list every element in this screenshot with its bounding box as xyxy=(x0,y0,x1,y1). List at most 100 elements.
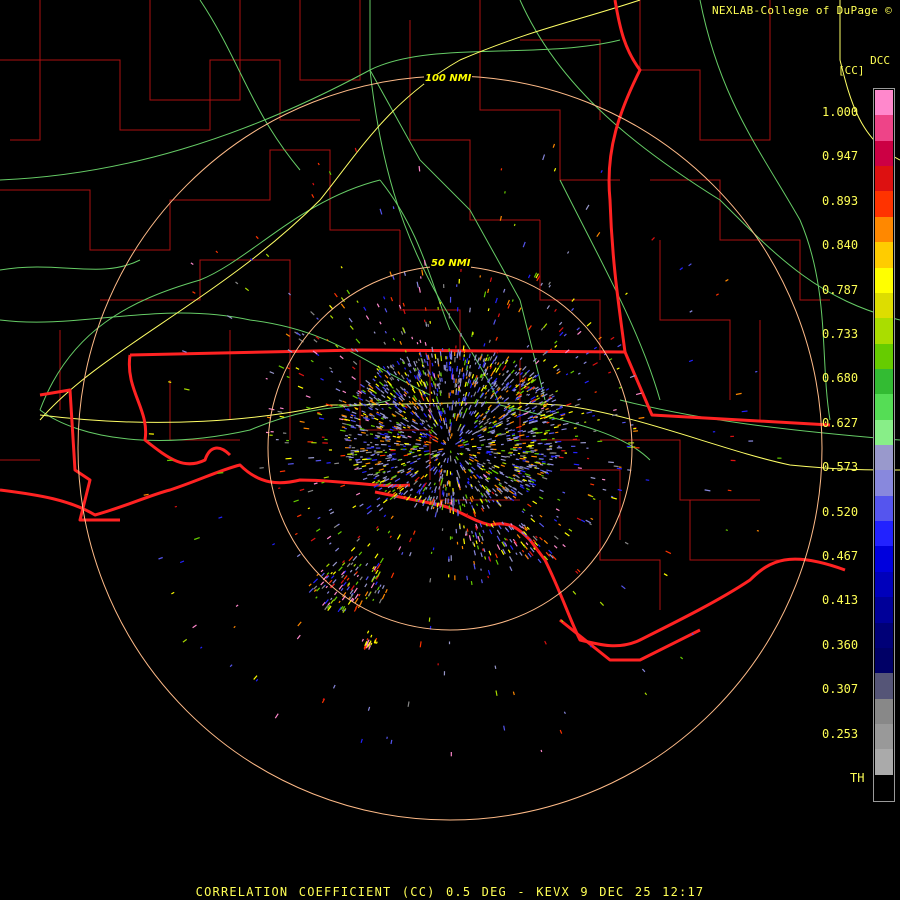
radar-echo xyxy=(488,550,492,556)
radar-echo xyxy=(514,414,518,418)
radar-echo xyxy=(470,581,473,586)
radar-echo xyxy=(378,422,382,425)
radar-echo xyxy=(352,505,357,509)
radar-echo xyxy=(512,360,516,364)
radar-echo xyxy=(460,400,464,406)
radar-echo xyxy=(379,208,383,215)
radar-echo xyxy=(413,360,417,367)
radar-echo xyxy=(589,522,592,526)
radar-echo xyxy=(392,337,396,342)
color-scale-label: TH xyxy=(850,771,865,785)
radar-echo xyxy=(554,344,558,348)
radar-echo xyxy=(416,405,420,410)
interstates xyxy=(39,0,900,471)
radar-echo xyxy=(575,570,579,574)
radar-echo xyxy=(433,469,438,475)
radar-echo xyxy=(367,592,371,597)
radar-echo xyxy=(375,581,378,586)
radar-echo xyxy=(317,162,320,166)
radar-echo xyxy=(585,204,590,211)
radar-echo xyxy=(346,289,351,295)
radar-echo xyxy=(412,455,418,458)
radar-echo xyxy=(403,393,407,397)
radar-echo xyxy=(171,591,175,595)
radar-echo xyxy=(400,434,404,437)
radar-echo xyxy=(481,484,486,490)
radar-echo xyxy=(483,291,487,298)
radar-echo xyxy=(505,431,510,434)
radar-echo xyxy=(461,503,464,506)
radar-echo xyxy=(374,437,378,440)
radar-echo xyxy=(376,528,380,532)
radar-echo xyxy=(339,429,346,432)
radar-echo xyxy=(517,476,520,479)
radar-echo xyxy=(310,359,314,363)
radar-echo xyxy=(407,701,410,707)
radar-echo xyxy=(376,371,380,375)
radar-echo xyxy=(597,419,600,421)
radar-echo xyxy=(480,579,483,584)
radar-echo xyxy=(386,470,391,473)
radar-echo xyxy=(427,323,430,327)
radar-echo xyxy=(348,556,354,562)
radar-echo xyxy=(410,468,414,471)
radar-echo xyxy=(158,556,163,560)
radar-echo xyxy=(541,438,547,441)
radar-echo xyxy=(501,455,507,458)
radar-echo xyxy=(494,384,498,388)
radar-echo xyxy=(528,325,532,331)
county-line xyxy=(0,59,360,131)
radar-echo xyxy=(320,569,324,573)
color-scale-segment xyxy=(875,445,893,471)
radar-echo xyxy=(476,503,479,507)
radar-echo xyxy=(741,410,748,413)
radar-echo xyxy=(431,450,438,453)
radar-echo xyxy=(279,407,284,410)
radar-echo xyxy=(397,435,402,438)
radar-echo xyxy=(441,490,444,495)
radar-echo xyxy=(349,403,354,407)
color-scale-segment xyxy=(875,216,893,243)
radar-echo xyxy=(317,413,323,416)
radar-echo xyxy=(466,528,469,532)
radar-echo xyxy=(555,508,560,512)
radar-echo xyxy=(297,621,302,627)
radar-echo xyxy=(519,457,526,460)
radar-echo xyxy=(489,277,493,283)
radar-echo xyxy=(455,440,461,445)
radar-echo xyxy=(431,353,433,358)
radar-echo xyxy=(492,488,497,493)
radar-echo xyxy=(570,370,575,374)
radar-echo xyxy=(523,385,527,389)
radar-map[interactable] xyxy=(0,0,900,900)
color-scale-label: 0.787 xyxy=(822,282,859,297)
radar-echo xyxy=(375,407,379,411)
color-scale-segment xyxy=(875,495,893,522)
radar-echo xyxy=(244,287,250,292)
radar-echo xyxy=(494,553,498,559)
color-scale-label: 0.573 xyxy=(822,460,859,475)
radar-echo xyxy=(332,579,337,584)
radar-echo xyxy=(472,332,474,336)
radar-echo xyxy=(535,432,539,434)
radar-echo xyxy=(355,566,359,571)
radar-echo xyxy=(380,417,384,420)
radar-echo xyxy=(330,599,335,604)
radar-echo xyxy=(539,514,543,518)
radar-echo xyxy=(272,543,276,546)
radar-echo xyxy=(436,383,439,387)
radar-echo xyxy=(498,524,502,530)
radar-echo xyxy=(534,461,539,464)
radar-echo xyxy=(443,457,447,463)
radar-echo xyxy=(419,339,422,344)
radar-echo xyxy=(392,435,397,438)
radar-echo xyxy=(332,684,336,689)
radar-echo xyxy=(506,437,511,440)
radar-echo xyxy=(548,549,553,554)
radar-echo xyxy=(375,569,379,575)
radar-echo xyxy=(476,381,479,385)
radar-echo xyxy=(506,299,510,306)
radar-echo xyxy=(382,386,387,391)
radar-echo xyxy=(540,381,545,385)
radar-echo xyxy=(534,391,538,394)
